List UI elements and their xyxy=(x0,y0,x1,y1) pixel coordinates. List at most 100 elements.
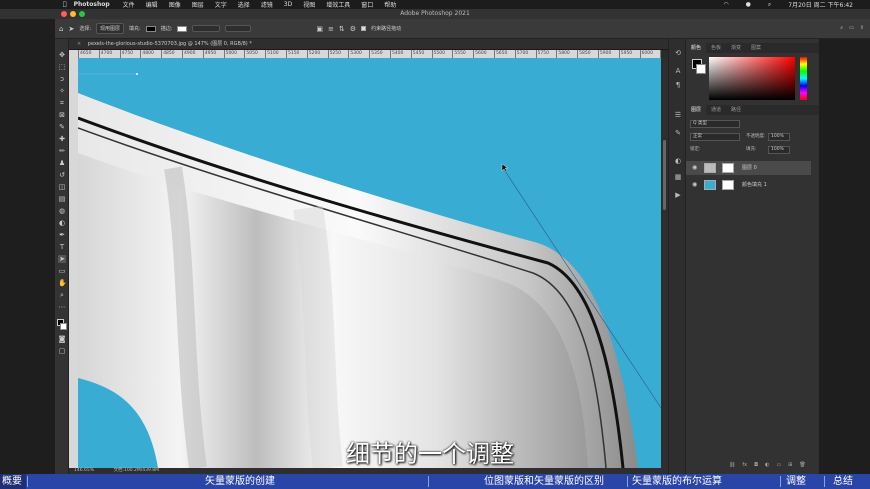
pen-tool-icon[interactable]: ✒ xyxy=(58,231,66,239)
fill-field[interactable]: 100% xyxy=(768,146,790,154)
menu-plugins[interactable]: 增效工具 xyxy=(326,0,350,9)
close-window-button[interactable] xyxy=(61,11,67,17)
stroke-width-field[interactable] xyxy=(192,25,221,32)
workspace-icon[interactable]: ▭ xyxy=(849,25,854,31)
brush-tool-icon[interactable]: ✏ xyxy=(58,147,66,155)
mask-icon[interactable]: ◘ xyxy=(754,462,758,468)
menu-image[interactable]: 图像 xyxy=(169,0,181,9)
zoom-level[interactable]: 146.65% xyxy=(74,468,94,473)
eraser-tool-icon[interactable]: ◫ xyxy=(58,183,66,191)
color-picker-field[interactable] xyxy=(709,57,795,100)
fx-icon[interactable]: fx xyxy=(742,462,747,468)
path-selection-icon[interactable]: ➤ xyxy=(58,255,66,263)
crop-tool-icon[interactable]: ⌗ xyxy=(58,99,66,107)
history-icon[interactable]: ⟲ xyxy=(674,49,682,57)
lasso-tool-icon[interactable]: ↄ xyxy=(58,75,66,83)
brush-settings-icon[interactable]: ✎ xyxy=(674,129,682,137)
vector-mask-thumbnail[interactable] xyxy=(722,163,734,173)
path-arrange-icon[interactable]: ⇅ xyxy=(339,25,345,33)
blend-mode-dropdown[interactable]: 正常 xyxy=(690,133,740,141)
menu-3d[interactable]: 3D xyxy=(284,1,292,8)
frame-tool-icon[interactable]: ⊠ xyxy=(58,111,66,119)
search-icon[interactable]: ⌕ xyxy=(768,1,771,9)
tab-color[interactable]: 颜色 xyxy=(686,43,707,53)
libraries-icon[interactable]: ▦ xyxy=(674,173,682,181)
background-color[interactable] xyxy=(60,323,67,330)
document-tab[interactable]: × pexels-the-glorious-studio-5370703.jpg… xyxy=(69,39,668,50)
trash-icon[interactable]: 🗑 xyxy=(799,462,805,468)
panel-background-swatch[interactable] xyxy=(696,64,706,74)
zoom-window-button[interactable] xyxy=(79,11,85,17)
character-icon[interactable]: A xyxy=(674,67,682,75)
eye-icon[interactable]: ◉ xyxy=(692,181,697,188)
layer-mask-thumbnail[interactable] xyxy=(722,180,734,190)
menu-edit[interactable]: 编辑 xyxy=(146,0,158,9)
chapter-overview[interactable]: 概要 xyxy=(0,474,26,489)
vertical-ruler[interactable] xyxy=(69,58,78,468)
horizontal-ruler[interactable]: 4650 4700 4750 4800 4850 4900 4950 5000 5050 5100… xyxy=(78,50,661,58)
doc-info[interactable]: 文档:100.2M/439.8M xyxy=(113,468,159,473)
chapter-create-vector-mask[interactable]: 矢量蒙版的创建 xyxy=(205,474,275,489)
select-dropdown[interactable]: 现用图层 xyxy=(96,23,125,34)
path-align-icon[interactable]: ≡ xyxy=(328,25,334,33)
screen-mode-icon[interactable]: ▢ xyxy=(58,347,66,355)
eye-icon[interactable]: ◉ xyxy=(692,164,697,171)
image-canvas[interactable] xyxy=(78,58,661,468)
move-tool-icon[interactable]: ➤ xyxy=(68,25,74,33)
layer-kind-filter[interactable]: Q 类型 xyxy=(690,120,740,128)
link-icon[interactable]: ⛓ xyxy=(729,462,735,468)
hue-slider[interactable] xyxy=(800,57,807,100)
chapter-summary[interactable]: 总结 xyxy=(833,474,853,489)
menu-window[interactable]: 窗口 xyxy=(361,0,373,9)
tab-swatches[interactable]: 色板 xyxy=(706,43,726,53)
user-icon[interactable]: ● xyxy=(746,1,751,8)
shape-tool-icon[interactable]: ▭ xyxy=(58,267,66,275)
ruler-corner[interactable] xyxy=(69,50,78,58)
properties-icon[interactable]: ☰ xyxy=(674,111,682,119)
chapter-bitmap-vs-vector[interactable]: 位图蒙版和矢量蒙版的区别 xyxy=(484,474,604,489)
eyedropper-icon[interactable]: ✎ xyxy=(58,123,66,131)
blur-tool-icon[interactable]: ◍ xyxy=(58,207,66,215)
apple-icon[interactable]:  xyxy=(63,1,67,8)
paragraph-icon[interactable]: ¶ xyxy=(674,81,682,89)
path-ops-icon[interactable]: ▣ xyxy=(316,25,323,33)
magic-wand-icon[interactable]: ✧ xyxy=(58,87,66,95)
menu-app-name[interactable]: Photoshop xyxy=(74,1,110,8)
menu-file[interactable]: 文件 xyxy=(123,0,135,9)
history-brush-icon[interactable]: ↺ xyxy=(58,171,66,179)
menu-help[interactable]: 帮助 xyxy=(384,0,396,9)
move-tool-icon[interactable]: ✥ xyxy=(58,51,66,59)
tab-paths[interactable]: 路径 xyxy=(726,105,746,115)
quick-mask-icon[interactable]: ◙ xyxy=(58,335,66,343)
close-icon[interactable]: × xyxy=(77,41,81,47)
layer-name[interactable]: 图层 0 xyxy=(742,161,757,175)
stroke-swatch[interactable] xyxy=(177,25,188,32)
menu-select[interactable]: 选择 xyxy=(238,0,250,9)
wifi-icon[interactable]: ◠ xyxy=(723,1,728,8)
layer-name[interactable]: 颜色填充 1 xyxy=(742,178,767,192)
chapter-boolean-ops[interactable]: 矢量蒙版的布尔运算 xyxy=(632,474,722,489)
vertical-scrollbar[interactable] xyxy=(661,58,668,468)
new-layer-icon[interactable]: ⊞ xyxy=(788,462,792,468)
actions-icon[interactable]: ▶ xyxy=(674,191,682,199)
more-tools-icon[interactable]: ⋯ xyxy=(58,303,66,311)
chapter-adjust[interactable]: 调整 xyxy=(786,474,806,489)
menu-type[interactable]: 文字 xyxy=(215,0,227,9)
minimize-window-button[interactable] xyxy=(70,11,76,17)
opacity-field[interactable]: 100% xyxy=(768,133,790,141)
constrain-checkbox[interactable] xyxy=(361,26,367,31)
menu-view[interactable]: 视图 xyxy=(303,0,315,9)
gear-icon[interactable]: ⚙ xyxy=(350,25,356,33)
tab-patterns[interactable]: 图案 xyxy=(746,43,766,53)
share-icon[interactable]: ⇪ xyxy=(860,25,864,31)
healing-brush-icon[interactable]: ✚ xyxy=(58,135,66,143)
scroll-thumb[interactable] xyxy=(663,140,666,210)
search-icon[interactable]: ⌕ xyxy=(840,25,843,31)
fill-swatch[interactable] xyxy=(145,25,156,32)
folder-icon[interactable]: ▭ xyxy=(776,462,781,468)
dodge-tool-icon[interactable]: ◐ xyxy=(58,219,66,227)
layer-row[interactable]: ◉ 颜色填充 1 xyxy=(686,178,811,192)
gradient-tool-icon[interactable]: ▤ xyxy=(58,195,66,203)
zoom-tool-icon[interactable]: ⌕ xyxy=(58,291,66,299)
menu-filter[interactable]: 滤镜 xyxy=(261,0,273,9)
